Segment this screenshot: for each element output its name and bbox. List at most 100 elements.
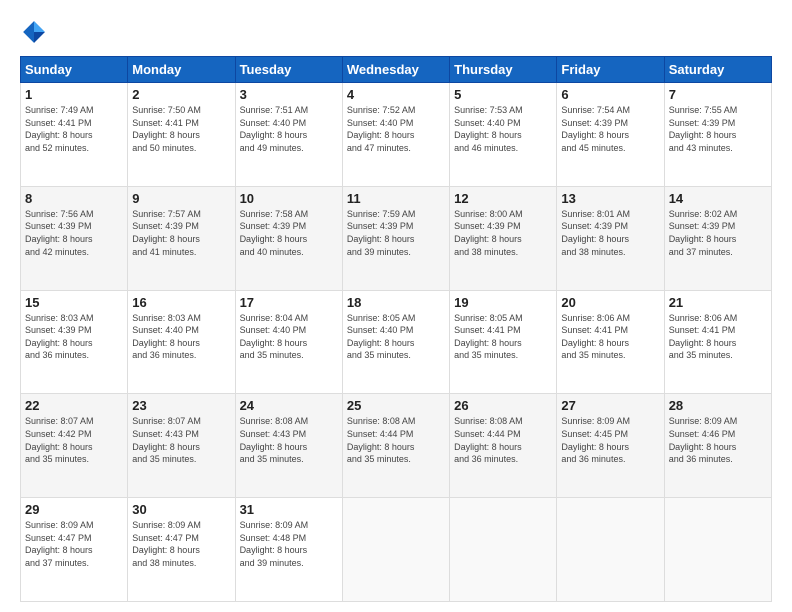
- day-number: 20: [561, 295, 659, 310]
- table-row: 21 Sunrise: 8:06 AM Sunset: 4:41 PM Dayli…: [664, 290, 771, 394]
- table-row: 14 Sunrise: 8:02 AM Sunset: 4:39 PM Dayli…: [664, 186, 771, 290]
- day-number: 10: [240, 191, 338, 206]
- table-row: 18 Sunrise: 8:05 AM Sunset: 4:40 PM Dayli…: [342, 290, 449, 394]
- table-row: 10 Sunrise: 7:58 AM Sunset: 4:39 PM Dayli…: [235, 186, 342, 290]
- day-info: Sunrise: 7:49 AM Sunset: 4:41 PM Dayligh…: [25, 104, 123, 154]
- day-number: 12: [454, 191, 552, 206]
- day-number: 13: [561, 191, 659, 206]
- day-number: 14: [669, 191, 767, 206]
- day-info: Sunrise: 8:07 AM Sunset: 4:42 PM Dayligh…: [25, 415, 123, 465]
- day-number: 4: [347, 87, 445, 102]
- day-number: 29: [25, 502, 123, 517]
- col-thursday: Thursday: [450, 57, 557, 83]
- day-info: Sunrise: 7:55 AM Sunset: 4:39 PM Dayligh…: [669, 104, 767, 154]
- day-info: Sunrise: 8:08 AM Sunset: 4:44 PM Dayligh…: [347, 415, 445, 465]
- calendar-week-row: 1 Sunrise: 7:49 AM Sunset: 4:41 PM Daylig…: [21, 83, 772, 187]
- calendar-table: Sunday Monday Tuesday Wednesday Thursday…: [20, 56, 772, 602]
- table-row: [342, 498, 449, 602]
- day-info: Sunrise: 8:06 AM Sunset: 4:41 PM Dayligh…: [669, 312, 767, 362]
- day-number: 15: [25, 295, 123, 310]
- day-number: 18: [347, 295, 445, 310]
- day-info: Sunrise: 7:58 AM Sunset: 4:39 PM Dayligh…: [240, 208, 338, 258]
- table-row: 3Sunrise: 7:51 AM Sunset: 4:40 PM Daylig…: [235, 83, 342, 187]
- day-info: Sunrise: 8:03 AM Sunset: 4:39 PM Dayligh…: [25, 312, 123, 362]
- header: [20, 18, 772, 46]
- day-number: 7: [669, 87, 767, 102]
- table-row: 5 Sunrise: 7:53 AM Sunset: 4:40 PM Daylig…: [450, 83, 557, 187]
- day-number: 24: [240, 398, 338, 413]
- table-row: [450, 498, 557, 602]
- table-row: [557, 498, 664, 602]
- col-friday: Friday: [557, 57, 664, 83]
- table-row: 19 Sunrise: 8:05 AM Sunset: 4:41 PM Dayli…: [450, 290, 557, 394]
- day-info: Sunrise: 7:56 AM Sunset: 4:39 PM Dayligh…: [25, 208, 123, 258]
- day-number: 23: [132, 398, 230, 413]
- day-number: 25: [347, 398, 445, 413]
- calendar-week-row: 29 Sunrise: 8:09 AM Sunset: 4:47 PM Dayli…: [21, 498, 772, 602]
- day-info: Sunrise: 8:08 AM Sunset: 4:43 PM Dayligh…: [240, 415, 338, 465]
- day-number: 8: [25, 191, 123, 206]
- table-row: 9 Sunrise: 7:57 AM Sunset: 4:39 PM Daylig…: [128, 186, 235, 290]
- day-number: 11: [347, 191, 445, 206]
- table-row: 2 Sunrise: 7:50 AM Sunset: 4:41 PM Daylig…: [128, 83, 235, 187]
- table-row: [664, 498, 771, 602]
- day-info: Sunrise: 8:00 AM Sunset: 4:39 PM Dayligh…: [454, 208, 552, 258]
- day-info: Sunrise: 8:09 AM Sunset: 4:48 PM Dayligh…: [240, 519, 338, 569]
- table-row: 24 Sunrise: 8:08 AM Sunset: 4:43 PM Dayli…: [235, 394, 342, 498]
- day-number: 1: [25, 87, 123, 102]
- day-number: 28: [669, 398, 767, 413]
- day-info: Sunrise: 7:54 AM Sunset: 4:39 PM Dayligh…: [561, 104, 659, 154]
- table-row: 27 Sunrise: 8:09 AM Sunset: 4:45 PM Dayli…: [557, 394, 664, 498]
- calendar-week-row: 22 Sunrise: 8:07 AM Sunset: 4:42 PM Dayli…: [21, 394, 772, 498]
- day-info: Sunrise: 8:04 AM Sunset: 4:40 PM Dayligh…: [240, 312, 338, 362]
- table-row: 6 Sunrise: 7:54 AM Sunset: 4:39 PM Daylig…: [557, 83, 664, 187]
- day-info: Sunrise: 8:05 AM Sunset: 4:41 PM Dayligh…: [454, 312, 552, 362]
- day-info: Sunrise: 8:01 AM Sunset: 4:39 PM Dayligh…: [561, 208, 659, 258]
- table-row: 26Sunrise: 8:08 AM Sunset: 4:44 PM Dayli…: [450, 394, 557, 498]
- day-number: 17: [240, 295, 338, 310]
- day-info: Sunrise: 7:59 AM Sunset: 4:39 PM Dayligh…: [347, 208, 445, 258]
- day-number: 21: [669, 295, 767, 310]
- day-number: 22: [25, 398, 123, 413]
- day-info: Sunrise: 7:52 AM Sunset: 4:40 PM Dayligh…: [347, 104, 445, 154]
- table-row: 23Sunrise: 8:07 AM Sunset: 4:43 PM Dayli…: [128, 394, 235, 498]
- day-number: 27: [561, 398, 659, 413]
- day-info: Sunrise: 7:50 AM Sunset: 4:41 PM Dayligh…: [132, 104, 230, 154]
- day-number: 19: [454, 295, 552, 310]
- day-info: Sunrise: 8:02 AM Sunset: 4:39 PM Dayligh…: [669, 208, 767, 258]
- page: Sunday Monday Tuesday Wednesday Thursday…: [0, 0, 792, 612]
- table-row: 8 Sunrise: 7:56 AM Sunset: 4:39 PM Daylig…: [21, 186, 128, 290]
- day-info: Sunrise: 8:09 AM Sunset: 4:47 PM Dayligh…: [25, 519, 123, 569]
- day-info: Sunrise: 8:05 AM Sunset: 4:40 PM Dayligh…: [347, 312, 445, 362]
- day-number: 6: [561, 87, 659, 102]
- logo-icon: [20, 18, 48, 46]
- day-info: Sunrise: 8:06 AM Sunset: 4:41 PM Dayligh…: [561, 312, 659, 362]
- day-info: Sunrise: 8:09 AM Sunset: 4:45 PM Dayligh…: [561, 415, 659, 465]
- day-number: 16: [132, 295, 230, 310]
- col-tuesday: Tuesday: [235, 57, 342, 83]
- logo: [20, 18, 52, 46]
- day-info: Sunrise: 7:51 AM Sunset: 4:40 PM Dayligh…: [240, 104, 338, 154]
- day-info: Sunrise: 7:53 AM Sunset: 4:40 PM Dayligh…: [454, 104, 552, 154]
- table-row: 12 Sunrise: 8:00 AM Sunset: 4:39 PM Dayli…: [450, 186, 557, 290]
- col-sunday: Sunday: [21, 57, 128, 83]
- day-number: 30: [132, 502, 230, 517]
- table-row: 16Sunrise: 8:03 AM Sunset: 4:40 PM Dayli…: [128, 290, 235, 394]
- day-number: 9: [132, 191, 230, 206]
- col-wednesday: Wednesday: [342, 57, 449, 83]
- day-info: Sunrise: 7:57 AM Sunset: 4:39 PM Dayligh…: [132, 208, 230, 258]
- day-info: Sunrise: 8:09 AM Sunset: 4:47 PM Dayligh…: [132, 519, 230, 569]
- table-row: 15 Sunrise: 8:03 AM Sunset: 4:39 PM Dayli…: [21, 290, 128, 394]
- calendar-week-row: 15 Sunrise: 8:03 AM Sunset: 4:39 PM Dayli…: [21, 290, 772, 394]
- day-number: 26: [454, 398, 552, 413]
- table-row: 7 Sunrise: 7:55 AM Sunset: 4:39 PM Daylig…: [664, 83, 771, 187]
- table-row: 31 Sunrise: 8:09 AM Sunset: 4:48 PM Dayli…: [235, 498, 342, 602]
- day-number: 31: [240, 502, 338, 517]
- day-number: 5: [454, 87, 552, 102]
- table-row: 29 Sunrise: 8:09 AM Sunset: 4:47 PM Dayli…: [21, 498, 128, 602]
- day-number: 2: [132, 87, 230, 102]
- table-row: 30 Sunrise: 8:09 AM Sunset: 4:47 PM Dayli…: [128, 498, 235, 602]
- table-row: 4 Sunrise: 7:52 AM Sunset: 4:40 PM Daylig…: [342, 83, 449, 187]
- table-row: 25 Sunrise: 8:08 AM Sunset: 4:44 PM Dayli…: [342, 394, 449, 498]
- table-row: 11 Sunrise: 7:59 AM Sunset: 4:39 PM Dayli…: [342, 186, 449, 290]
